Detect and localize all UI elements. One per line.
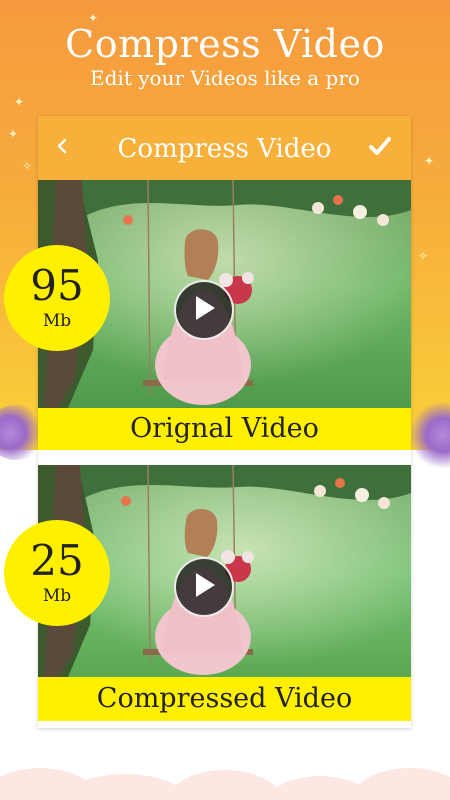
compressed-size-unit: Mb: [42, 586, 72, 606]
original-size-badge: 95 Mb: [4, 245, 110, 351]
compressed-size-value: 25: [30, 536, 84, 585]
toolbar-title: Compress Video: [117, 134, 332, 164]
play-button[interactable]: [174, 557, 234, 617]
compressed-video-caption: Compressed Video: [38, 677, 411, 721]
toolbar: Compress Video: [38, 116, 411, 180]
chevron-left-icon: [55, 137, 69, 159]
sparkle-decoration: ✦: [8, 127, 19, 141]
compressed-size-badge: 25 Mb: [4, 520, 110, 626]
play-icon: [191, 571, 217, 603]
hero-subtitle: Edit your Videos like a pro: [90, 66, 360, 90]
original-size-value: 95: [30, 261, 84, 310]
confirm-button[interactable]: [366, 134, 394, 162]
sparkle-decoration: ✦: [424, 154, 435, 168]
compress-card: Compress Video Orignal Video Compressed …: [38, 116, 411, 728]
sparkle-decoration: ✧: [418, 249, 429, 263]
original-size-unit: Mb: [42, 311, 72, 331]
play-icon: [191, 294, 217, 326]
hero-title: Compress Video: [65, 22, 385, 66]
original-video-caption: Orignal Video: [38, 408, 411, 450]
sparkle-decoration: ✧: [22, 159, 33, 173]
back-button[interactable]: [46, 132, 78, 164]
sparkle-decoration: ✦: [14, 95, 25, 109]
check-icon: [368, 135, 392, 161]
play-button[interactable]: [174, 280, 234, 340]
